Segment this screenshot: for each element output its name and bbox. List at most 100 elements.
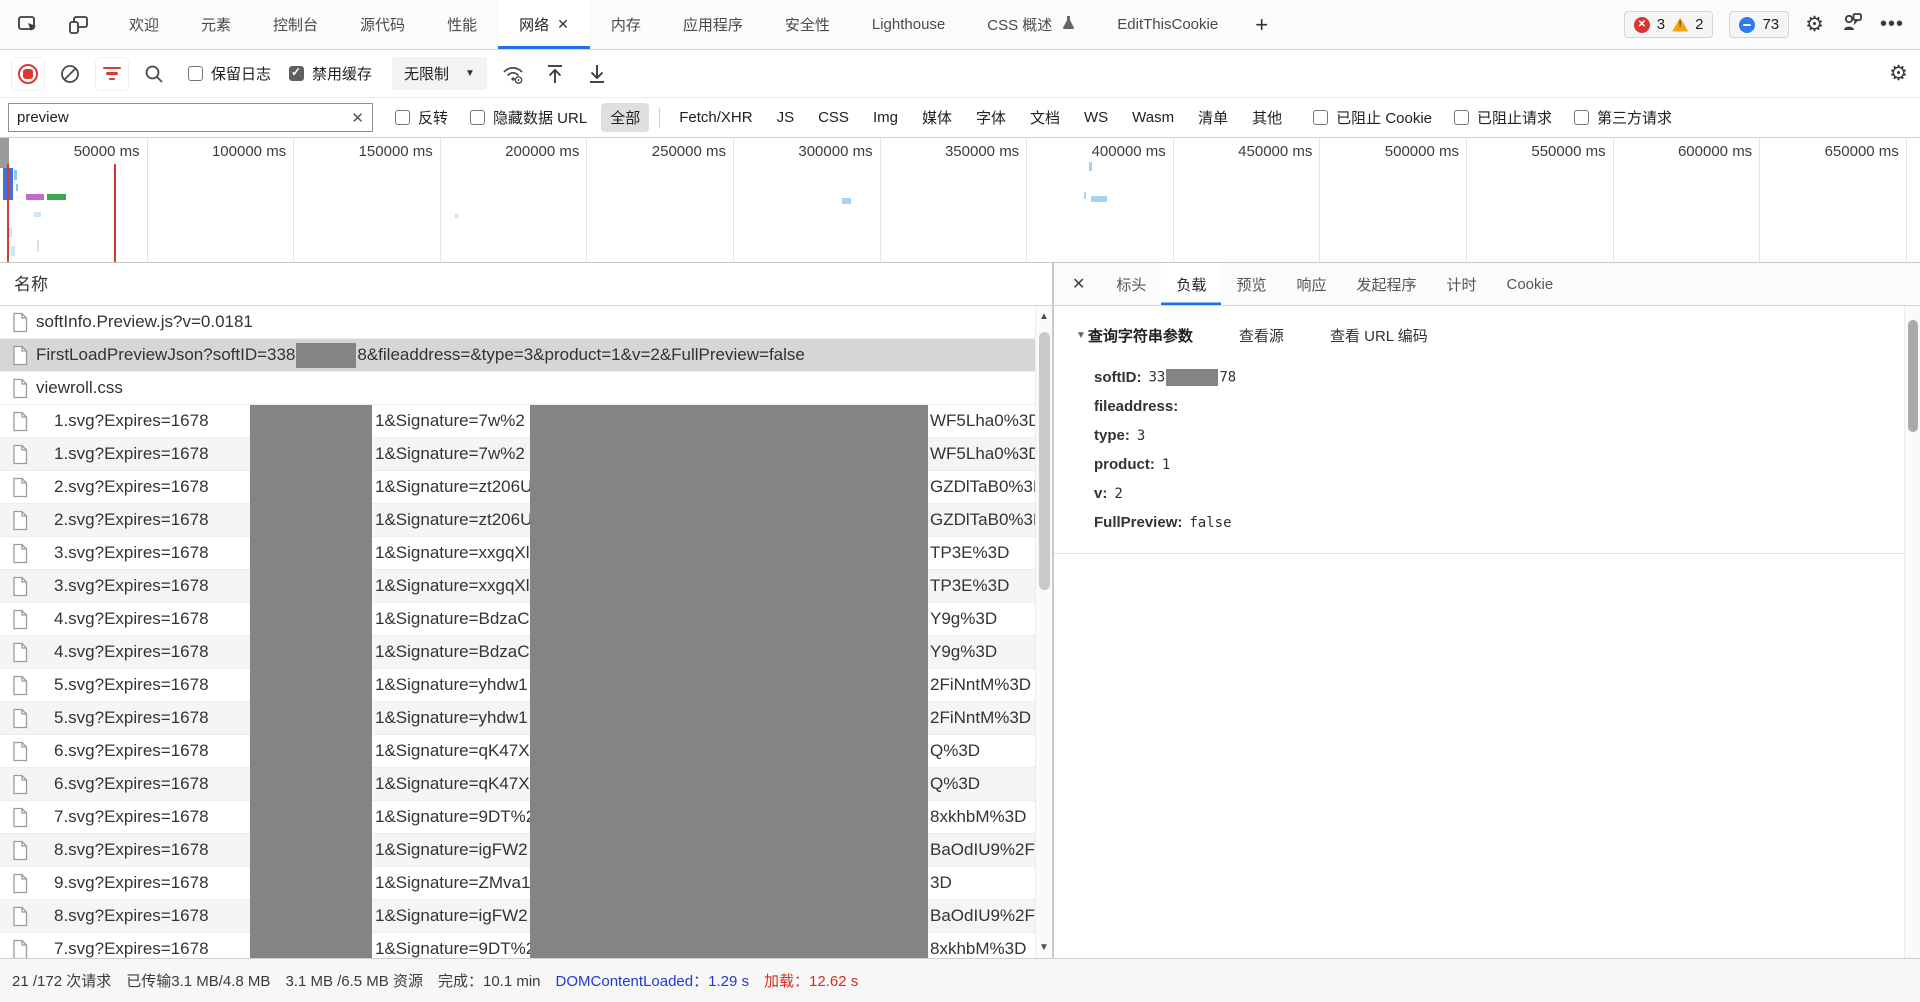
device-toolbar-icon[interactable] xyxy=(66,13,90,37)
type-filter-CSS[interactable]: CSS xyxy=(809,105,858,130)
tab-CSS 概述[interactable]: CSS 概述 xyxy=(966,0,1096,49)
scroll-up-icon[interactable]: ▲ xyxy=(1036,311,1052,322)
disable-cache-box[interactable] xyxy=(289,66,304,81)
settings-gear-icon[interactable]: ⚙ xyxy=(1805,14,1824,35)
table-row[interactable]: viewroll.css xyxy=(0,372,1052,405)
third-party-checkbox[interactable]: 第三方请求 xyxy=(1574,107,1672,128)
type-filter-Fetch/XHR[interactable]: Fetch/XHR xyxy=(670,105,761,130)
timeline-gridline xyxy=(1759,138,1760,262)
tab-源代码[interactable]: 源代码 xyxy=(339,0,426,49)
type-filter-清单[interactable]: 清单 xyxy=(1189,103,1237,132)
blocked-requests-checkbox[interactable]: 已阻止请求 xyxy=(1454,107,1552,128)
type-filter-WS[interactable]: WS xyxy=(1075,105,1117,130)
tab-欢迎[interactable]: 欢迎 xyxy=(108,0,180,49)
tab-应用程序[interactable]: 应用程序 xyxy=(662,0,764,49)
export-har-icon[interactable] xyxy=(581,58,613,90)
network-overview-timeline[interactable]: 50000 ms100000 ms150000 ms200000 ms25000… xyxy=(0,138,1920,263)
third-party-box[interactable] xyxy=(1574,110,1589,125)
details-tabs: ✕ 标头负载预览响应发起程序计时Cookie xyxy=(1054,263,1920,306)
tab-内存[interactable]: 内存 xyxy=(590,0,662,49)
type-filter-JS[interactable]: JS xyxy=(768,105,804,130)
search-icon[interactable] xyxy=(138,58,170,90)
type-filter-文档[interactable]: 文档 xyxy=(1021,103,1069,132)
network-settings-gear-icon[interactable]: ⚙ xyxy=(1889,63,1908,84)
table-scrollbar[interactable]: ▲ ▼ xyxy=(1035,306,1052,958)
disable-cache-checkbox[interactable]: 禁用缓存 xyxy=(289,63,372,84)
request-name-end: 2FiNntM%3D xyxy=(930,675,1031,695)
collapse-triangle-icon[interactable]: ▼ xyxy=(1076,330,1086,341)
query-params-title[interactable]: 查询字符串参数 xyxy=(1088,325,1193,346)
request-name-mid: 1&Signature=BdzaC xyxy=(375,642,530,662)
details-tab-发起程序[interactable]: 发起程序 xyxy=(1341,263,1431,305)
scrollbar-thumb[interactable] xyxy=(1908,320,1918,432)
more-options-icon[interactable]: ••• xyxy=(1880,13,1904,36)
timeline-tick-label: 50000 ms xyxy=(74,143,140,160)
preserve-log-box[interactable] xyxy=(188,66,203,81)
details-tab-标头[interactable]: 标头 xyxy=(1101,263,1161,305)
type-filter-Img[interactable]: Img xyxy=(864,105,907,130)
throttling-dropdown[interactable]: 无限制 ▼ xyxy=(392,57,487,90)
import-har-icon[interactable] xyxy=(539,58,571,90)
clear-network-log-icon[interactable] xyxy=(54,58,86,90)
name-column-header[interactable]: 名称 xyxy=(0,263,1052,306)
details-tab-预览[interactable]: 预览 xyxy=(1221,263,1281,305)
tab-label: 网络 xyxy=(519,14,549,35)
filter-input[interactable] xyxy=(17,109,351,126)
filter-icon[interactable] xyxy=(96,58,128,90)
blocked-cookies-box[interactable] xyxy=(1313,110,1328,125)
scrollbar-thumb[interactable] xyxy=(1039,332,1050,590)
blocked-cookies-checkbox[interactable]: 已阻止 Cookie xyxy=(1313,107,1432,128)
view-url-encoded-link[interactable]: 查看 URL 编码 xyxy=(1330,325,1428,346)
table-row[interactable]: FirstLoadPreviewJson?softID=3388&fileadd… xyxy=(0,339,1052,372)
timeline-activity-mark xyxy=(1091,196,1107,202)
details-scrollbar[interactable] xyxy=(1904,306,1920,958)
details-tab-响应[interactable]: 响应 xyxy=(1281,263,1341,305)
flask-icon xyxy=(1062,15,1075,34)
details-tab-Cookie[interactable]: Cookie xyxy=(1492,263,1569,305)
filter-separator xyxy=(659,108,660,128)
request-name-post: 8&fileaddress=&type=3&product=1&v=2&Full… xyxy=(357,345,804,365)
issues-badge[interactable]: ✕ 3 2 xyxy=(1624,11,1714,38)
network-conditions-icon[interactable] xyxy=(497,58,529,90)
blocked-cookies-label: 已阻止 Cookie xyxy=(1336,107,1432,128)
filter-input-wrap: ✕ xyxy=(8,103,373,132)
messages-badge[interactable]: 73 xyxy=(1729,11,1789,38)
inspect-element-icon[interactable] xyxy=(16,13,40,37)
file-icon xyxy=(12,378,28,399)
tab-安全性[interactable]: 安全性 xyxy=(764,0,851,49)
type-filter-媒体[interactable]: 媒体 xyxy=(913,103,961,132)
view-source-link[interactable]: 查看源 xyxy=(1239,325,1284,346)
close-tab-icon[interactable]: ✕ xyxy=(557,16,569,33)
request-name-mid: 1&Signature=yhdw1 xyxy=(375,675,528,695)
tab-控制台[interactable]: 控制台 xyxy=(252,0,339,49)
details-tab-负载[interactable]: 负载 xyxy=(1161,263,1221,305)
invert-box[interactable] xyxy=(395,110,410,125)
table-row[interactable]: softInfo.Preview.js?v=0.0181 xyxy=(0,306,1052,339)
hide-data-urls-checkbox[interactable]: 隐藏数据 URL xyxy=(470,107,587,128)
preserve-log-checkbox[interactable]: 保留日志 xyxy=(188,63,271,84)
timeline-activity-mark xyxy=(16,184,18,191)
type-filter-全部[interactable]: 全部 xyxy=(601,103,649,132)
details-tab-计时[interactable]: 计时 xyxy=(1431,263,1491,305)
scroll-down-icon[interactable]: ▼ xyxy=(1036,942,1052,953)
blocked-requests-box[interactable] xyxy=(1454,110,1469,125)
tab-元素[interactable]: 元素 xyxy=(180,0,252,49)
type-filter-Wasm[interactable]: Wasm xyxy=(1123,105,1183,130)
clear-filter-icon[interactable]: ✕ xyxy=(351,109,364,127)
tab-Lighthouse[interactable]: Lighthouse xyxy=(851,0,966,49)
new-tab-button[interactable]: + xyxy=(1239,0,1284,49)
hide-data-urls-box[interactable] xyxy=(470,110,485,125)
tab-网络[interactable]: 网络 ✕ xyxy=(498,0,590,49)
record-network-log-button[interactable] xyxy=(12,58,44,90)
type-filter-其他[interactable]: 其他 xyxy=(1243,103,1291,132)
tab-性能[interactable]: 性能 xyxy=(426,0,498,49)
request-name-mid: 1&Signature=9DT%2 xyxy=(375,939,535,958)
tab-label: 应用程序 xyxy=(683,14,743,35)
close-details-icon[interactable]: ✕ xyxy=(1054,263,1101,305)
request-name-mid: 1&Signature=zt206U xyxy=(375,510,532,530)
tab-label: 内存 xyxy=(611,14,641,35)
invert-checkbox[interactable]: 反转 xyxy=(395,107,448,128)
tab-EditThisCookie[interactable]: EditThisCookie xyxy=(1096,0,1239,49)
type-filter-字体[interactable]: 字体 xyxy=(967,103,1015,132)
feedback-icon[interactable] xyxy=(1840,10,1864,39)
